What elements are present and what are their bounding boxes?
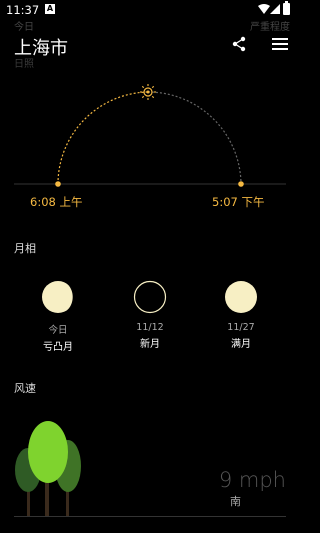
status-bar: 11:37 A <box>0 0 300 20</box>
tree-center-icon <box>28 421 68 517</box>
sunset-time: 5:07 下午 <box>212 195 265 209</box>
new-moon-icon <box>133 280 167 314</box>
moon-phase-item: 11/27 满月 <box>211 280 271 350</box>
moon-phase-title: 月相 <box>14 242 36 255</box>
battery-icon <box>283 1 290 15</box>
menu-icon[interactable] <box>272 38 288 50</box>
wind-direction: 南 <box>230 495 241 508</box>
moon-date: 11/12 <box>136 322 164 333</box>
waning-gibbous-moon-icon <box>42 281 75 313</box>
notification-a-icon: A <box>45 4 55 14</box>
sun-arc-future <box>147 91 242 185</box>
share-icon[interactable] <box>231 36 247 52</box>
moon-phase-item: 11/12 新月 <box>120 280 180 350</box>
wind-speed-value: 9 mph <box>218 468 286 492</box>
status-time: 11:37 <box>6 3 40 17</box>
sunrise-time: 6:08 上午 <box>30 195 83 209</box>
trees-illustration <box>15 421 81 517</box>
sunrise-dot <box>55 181 61 187</box>
divider <box>14 516 286 517</box>
sunset-dot <box>238 181 244 187</box>
full-moon-icon <box>225 281 257 313</box>
app-header: 上海市 日照 <box>0 28 300 70</box>
moon-date: 今日 <box>48 325 68 336</box>
moon-phase-name: 满月 <box>231 339 251 350</box>
sun-section: 6:08 上午 5:07 下午 <box>0 80 300 220</box>
sun-arc-past <box>57 91 149 185</box>
moon-phase-name: 新月 <box>140 339 160 350</box>
moon-date: 11/27 <box>227 322 255 333</box>
moon-phase-name: 亏凸月 <box>43 342 73 353</box>
signal-icon <box>270 4 280 14</box>
wifi-icon <box>258 4 270 14</box>
sunshine-subtitle: 日照 <box>14 59 34 70</box>
wind-speed-title: 风速 <box>14 382 36 395</box>
moon-phase-item: 今日 亏凸月 <box>28 280 88 353</box>
